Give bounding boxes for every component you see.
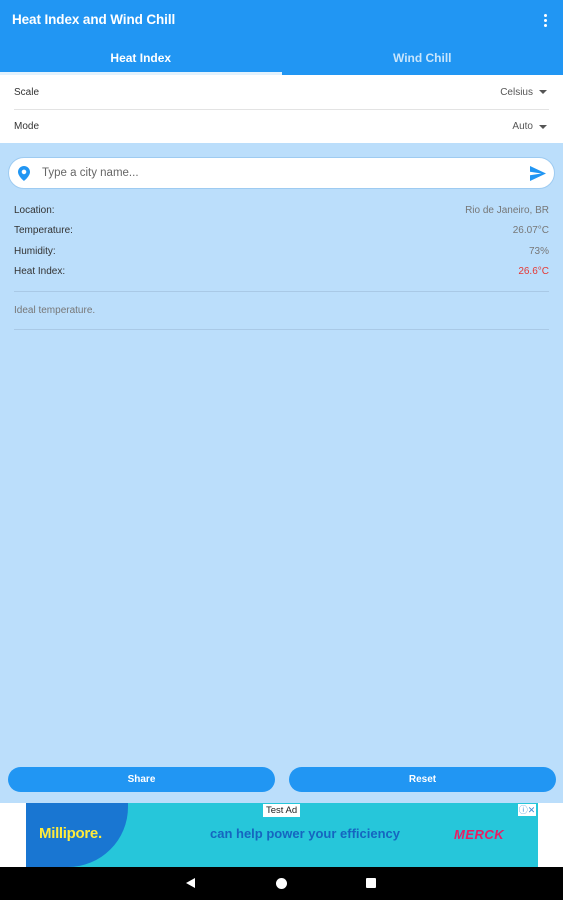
- home-icon[interactable]: [276, 878, 287, 889]
- tab-heat-index-label: Heat Index: [110, 50, 172, 65]
- mode-label: Mode: [14, 121, 40, 132]
- app-bar: Heat Index and Wind Chill Heat Index Win…: [0, 0, 563, 75]
- dropdown-arrow-icon: [539, 90, 547, 94]
- more-vert-icon[interactable]: [537, 10, 553, 30]
- tab-bar: Heat Index Wind Chill: [0, 40, 563, 75]
- heat-index-row: Heat Index: 26.6°C: [14, 262, 549, 283]
- test-ad-badge: Test Ad: [263, 804, 301, 817]
- back-icon[interactable]: [186, 878, 195, 888]
- tab-heat-index[interactable]: Heat Index: [0, 40, 282, 75]
- ad-close-icon[interactable]: ⓘ✕: [518, 804, 536, 816]
- weather-info: Location: Rio de Janeiro, BR Temperature…: [14, 200, 549, 282]
- reset-button[interactable]: Reset: [289, 767, 556, 792]
- temperature-label: Temperature:: [14, 225, 73, 237]
- app-title: Heat Index and Wind Chill: [12, 12, 176, 27]
- location-row: Location: Rio de Janeiro, BR: [14, 200, 549, 221]
- heat-index-value: 26.6°C: [518, 266, 549, 278]
- city-search-field[interactable]: Type a city name...: [8, 157, 555, 189]
- scale-label: Scale: [14, 86, 40, 98]
- humidity-label: Humidity:: [14, 245, 56, 257]
- ad-tagline: can help power your efficiency: [210, 826, 400, 841]
- divider: [14, 291, 549, 292]
- mode-dropdown[interactable]: Auto: [512, 121, 547, 132]
- ad-brand: Millipore.: [39, 825, 102, 842]
- humidity-row: Humidity: 73%: [14, 241, 549, 262]
- scale-row: Scale Celsius: [0, 75, 563, 109]
- ad-banner[interactable]: Millipore. Test Ad can help power your e…: [26, 803, 538, 867]
- recent-apps-icon[interactable]: [366, 878, 376, 888]
- search-placeholder: Type a city name...: [42, 167, 139, 179]
- divider: [14, 329, 549, 330]
- tab-wind-chill-label: Wind Chill: [392, 50, 452, 65]
- system-nav-bar: [0, 867, 563, 900]
- heat-index-note: Ideal temperature.: [14, 305, 96, 316]
- location-pin-icon: [18, 166, 30, 181]
- temperature-row: Temperature: 26.07°C: [14, 221, 549, 242]
- mode-value: Auto: [512, 121, 533, 132]
- humidity-value: 73%: [528, 245, 549, 257]
- ad-banner-container: Millipore. Test Ad can help power your e…: [0, 803, 563, 867]
- tab-wind-chill[interactable]: Wind Chill: [282, 40, 563, 75]
- scale-value: Celsius: [500, 86, 533, 98]
- dropdown-arrow-icon: [539, 124, 547, 129]
- scale-dropdown[interactable]: Celsius: [500, 87, 547, 98]
- location-value: Rio de Janeiro, BR: [465, 204, 549, 216]
- mode-row: Mode Auto: [14, 109, 549, 143]
- heat-index-label: Heat Index:: [14, 266, 66, 278]
- temperature-value: 26.07°C: [512, 225, 549, 237]
- share-button[interactable]: Share: [8, 767, 275, 792]
- location-label: Location:: [14, 204, 55, 216]
- send-icon[interactable]: [530, 166, 546, 181]
- ad-sponsor-logo: MERCK: [454, 827, 505, 842]
- settings-panel: Scale Celsius Mode Auto: [0, 75, 563, 143]
